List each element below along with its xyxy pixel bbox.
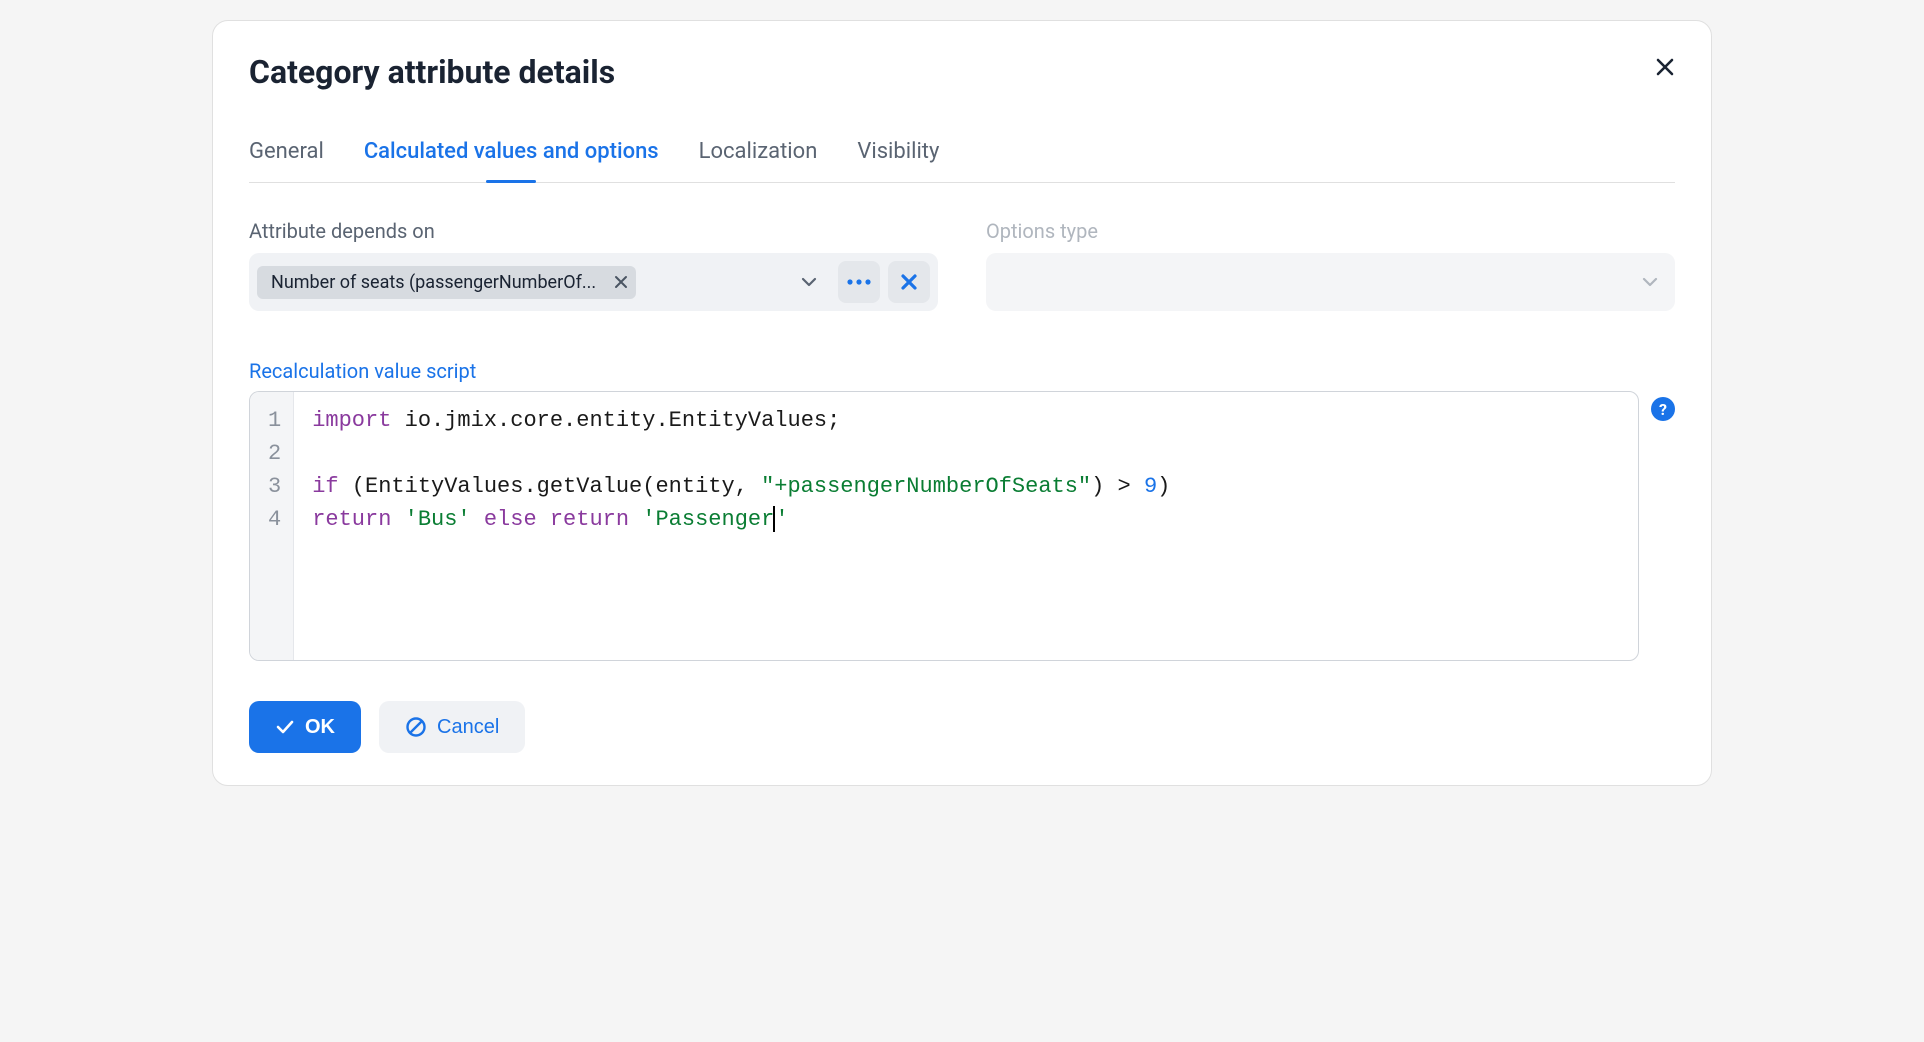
chevron-down-icon[interactable] xyxy=(788,261,830,303)
script-label: Recalculation value script xyxy=(249,359,1675,383)
chip-remove-icon[interactable] xyxy=(614,275,628,289)
dialog-footer: OK Cancel xyxy=(249,701,1675,753)
depends-on-chip-area: Number of seats (passengerNumberOf... xyxy=(257,261,780,303)
ok-button[interactable]: OK xyxy=(249,701,361,753)
tab-calculated[interactable]: Calculated values and options xyxy=(364,139,659,182)
tabs: General Calculated values and options Lo… xyxy=(249,139,1675,183)
depends-on-label: Attribute depends on xyxy=(249,219,938,243)
tab-localization[interactable]: Localization xyxy=(699,139,818,182)
close-icon[interactable] xyxy=(1655,57,1675,77)
ok-label: OK xyxy=(305,716,335,739)
line-gutter: 1234 xyxy=(250,392,294,660)
tab-general[interactable]: General xyxy=(249,139,324,182)
cancel-label: Cancel xyxy=(437,716,499,739)
cancel-button[interactable]: Cancel xyxy=(379,701,525,753)
more-options-icon[interactable] xyxy=(838,261,880,303)
options-type-select[interactable] xyxy=(986,253,1675,311)
chevron-down-icon xyxy=(1641,273,1659,291)
options-type-label: Options type xyxy=(986,219,1675,243)
script-editor[interactable]: 1234 import io.jmix.core.entity.EntityVa… xyxy=(249,391,1639,661)
cancel-icon xyxy=(405,716,427,738)
depends-on-chip: Number of seats (passengerNumberOf... xyxy=(257,266,636,299)
chip-label: Number of seats (passengerNumberOf... xyxy=(271,272,596,293)
code-area[interactable]: import io.jmix.core.entity.EntityValues;… xyxy=(294,392,1638,660)
help-icon[interactable]: ? xyxy=(1651,397,1675,421)
clear-icon[interactable] xyxy=(888,261,930,303)
tab-visibility[interactable]: Visibility xyxy=(857,139,939,182)
dialog: Category attribute details General Calcu… xyxy=(212,20,1712,786)
check-icon xyxy=(275,717,295,737)
dialog-title: Category attribute details xyxy=(249,53,1675,91)
depends-on-input[interactable]: Number of seats (passengerNumberOf... xyxy=(249,253,938,311)
